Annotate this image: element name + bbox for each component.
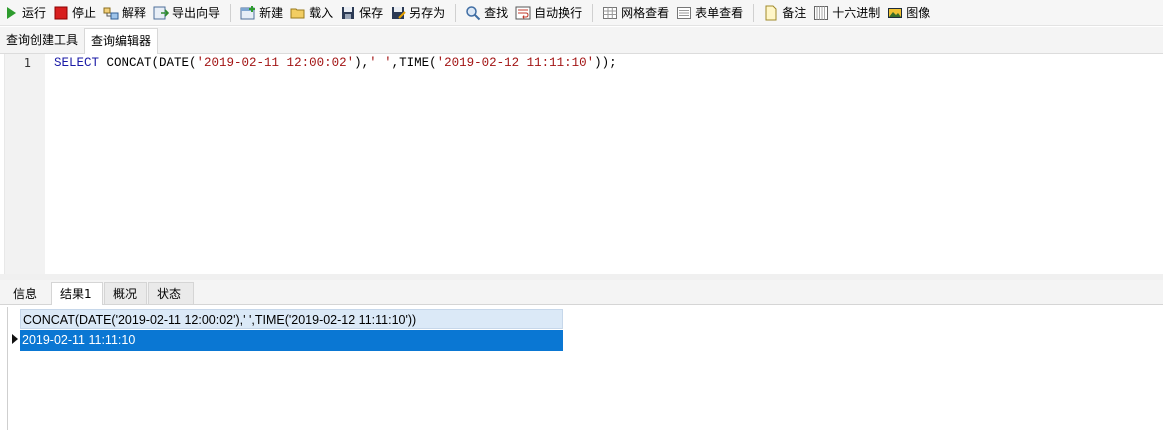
code-text: ,TIME( xyxy=(391,56,437,70)
memo-button[interactable]: 备注 xyxy=(760,2,810,24)
result-grid[interactable]: CONCAT(DATE('2019-02-11 12:00:02'),' ',T… xyxy=(7,307,1163,430)
sql-keyword: SELECT xyxy=(54,56,100,70)
current-row-indicator-icon xyxy=(12,334,18,344)
form-view-button[interactable]: 表单查看 xyxy=(673,2,747,24)
folder-open-icon xyxy=(290,5,306,21)
stop-icon xyxy=(53,5,69,21)
export-wizard-button[interactable]: 导出向导 xyxy=(150,2,224,24)
tab-status[interactable]: 状态 xyxy=(148,282,194,304)
stop-button[interactable]: 停止 xyxy=(50,2,100,24)
memo-icon xyxy=(763,5,779,21)
save-as-icon xyxy=(390,5,406,21)
code-text: )); xyxy=(594,56,617,70)
save-as-button[interactable]: 另存为 xyxy=(387,2,449,24)
toolbar-divider xyxy=(753,3,755,22)
toolbar-divider xyxy=(230,3,232,22)
result-tab-bar: 信息 结果1 概况 状态 xyxy=(0,280,1163,305)
tab-query-builder[interactable]: 查询创建工具 xyxy=(0,28,84,52)
column-header[interactable]: CONCAT(DATE('2019-02-11 12:00:02'),' ',T… xyxy=(20,309,563,329)
toolbar-divider xyxy=(592,3,594,22)
table-row[interactable]: 2019-02-11 11:11:10 xyxy=(20,330,563,351)
explain-label: 解释 xyxy=(122,6,147,20)
string-literal: '2019-02-11 12:00:02' xyxy=(196,56,355,70)
word-wrap-button[interactable]: 自动换行 xyxy=(512,2,586,24)
new-button[interactable]: 新建 xyxy=(237,2,287,24)
search-icon xyxy=(465,5,481,21)
tab-result-1[interactable]: 结果1 xyxy=(51,282,103,305)
line-number-gutter: 1 xyxy=(5,54,45,274)
explain-icon xyxy=(103,5,119,21)
memo-label: 备注 xyxy=(782,6,807,20)
sql-editor[interactable]: 1 SELECT CONCAT(DATE('2019-02-11 12:00:0… xyxy=(4,54,1163,274)
save-button[interactable]: 保存 xyxy=(337,2,387,24)
image-icon xyxy=(887,5,903,21)
string-literal: '2019-02-12 11:11:10' xyxy=(436,56,595,70)
run-label: 运行 xyxy=(22,6,47,20)
word-wrap-label: 自动换行 xyxy=(534,6,583,20)
save-label: 保存 xyxy=(359,6,384,20)
form-view-label: 表单查看 xyxy=(695,6,744,20)
image-button[interactable]: 图像 xyxy=(884,2,934,24)
toolbar: 运行 停止 解释 导出向导 新建 载入 保存 另存为 查找 自动换行 网格查看 xyxy=(0,0,1163,26)
export-icon xyxy=(153,5,170,21)
play-icon xyxy=(3,5,19,21)
form-icon xyxy=(676,5,692,21)
line-number: 1 xyxy=(23,56,31,70)
grid-icon xyxy=(602,5,618,21)
stop-label: 停止 xyxy=(72,6,97,20)
tab-overview[interactable]: 概况 xyxy=(104,282,147,304)
tab-info[interactable]: 信息 xyxy=(4,282,47,304)
string-literal: ' ' xyxy=(369,56,392,70)
run-button[interactable]: 运行 xyxy=(0,2,50,24)
code-text: ), xyxy=(354,56,370,70)
word-wrap-icon xyxy=(515,5,531,21)
editor-tab-bar: 查询创建工具 查询编辑器 xyxy=(0,27,1163,54)
new-query-icon xyxy=(240,5,256,21)
explain-button[interactable]: 解释 xyxy=(100,2,150,24)
grid-view-button[interactable]: 网格查看 xyxy=(599,2,673,24)
floppy-disk-icon xyxy=(340,5,356,21)
load-label: 载入 xyxy=(309,6,334,20)
code-line[interactable]: SELECT CONCAT(DATE('2019-02-11 12:00:02'… xyxy=(54,56,617,70)
grid-view-label: 网格查看 xyxy=(621,6,670,20)
image-label: 图像 xyxy=(906,6,931,20)
export-wizard-label: 导出向导 xyxy=(172,6,221,20)
find-label: 查找 xyxy=(484,6,509,20)
find-button[interactable]: 查找 xyxy=(462,2,512,24)
hex-label: 十六进制 xyxy=(832,6,881,20)
load-button[interactable]: 载入 xyxy=(287,2,337,24)
code-text: CONCAT(DATE( xyxy=(99,56,197,70)
toolbar-divider xyxy=(455,3,457,22)
hex-icon xyxy=(813,5,829,21)
hex-button[interactable]: 十六进制 xyxy=(810,2,884,24)
save-as-label: 另存为 xyxy=(409,6,446,20)
tab-query-editor[interactable]: 查询编辑器 xyxy=(84,28,159,54)
new-label: 新建 xyxy=(259,6,284,20)
